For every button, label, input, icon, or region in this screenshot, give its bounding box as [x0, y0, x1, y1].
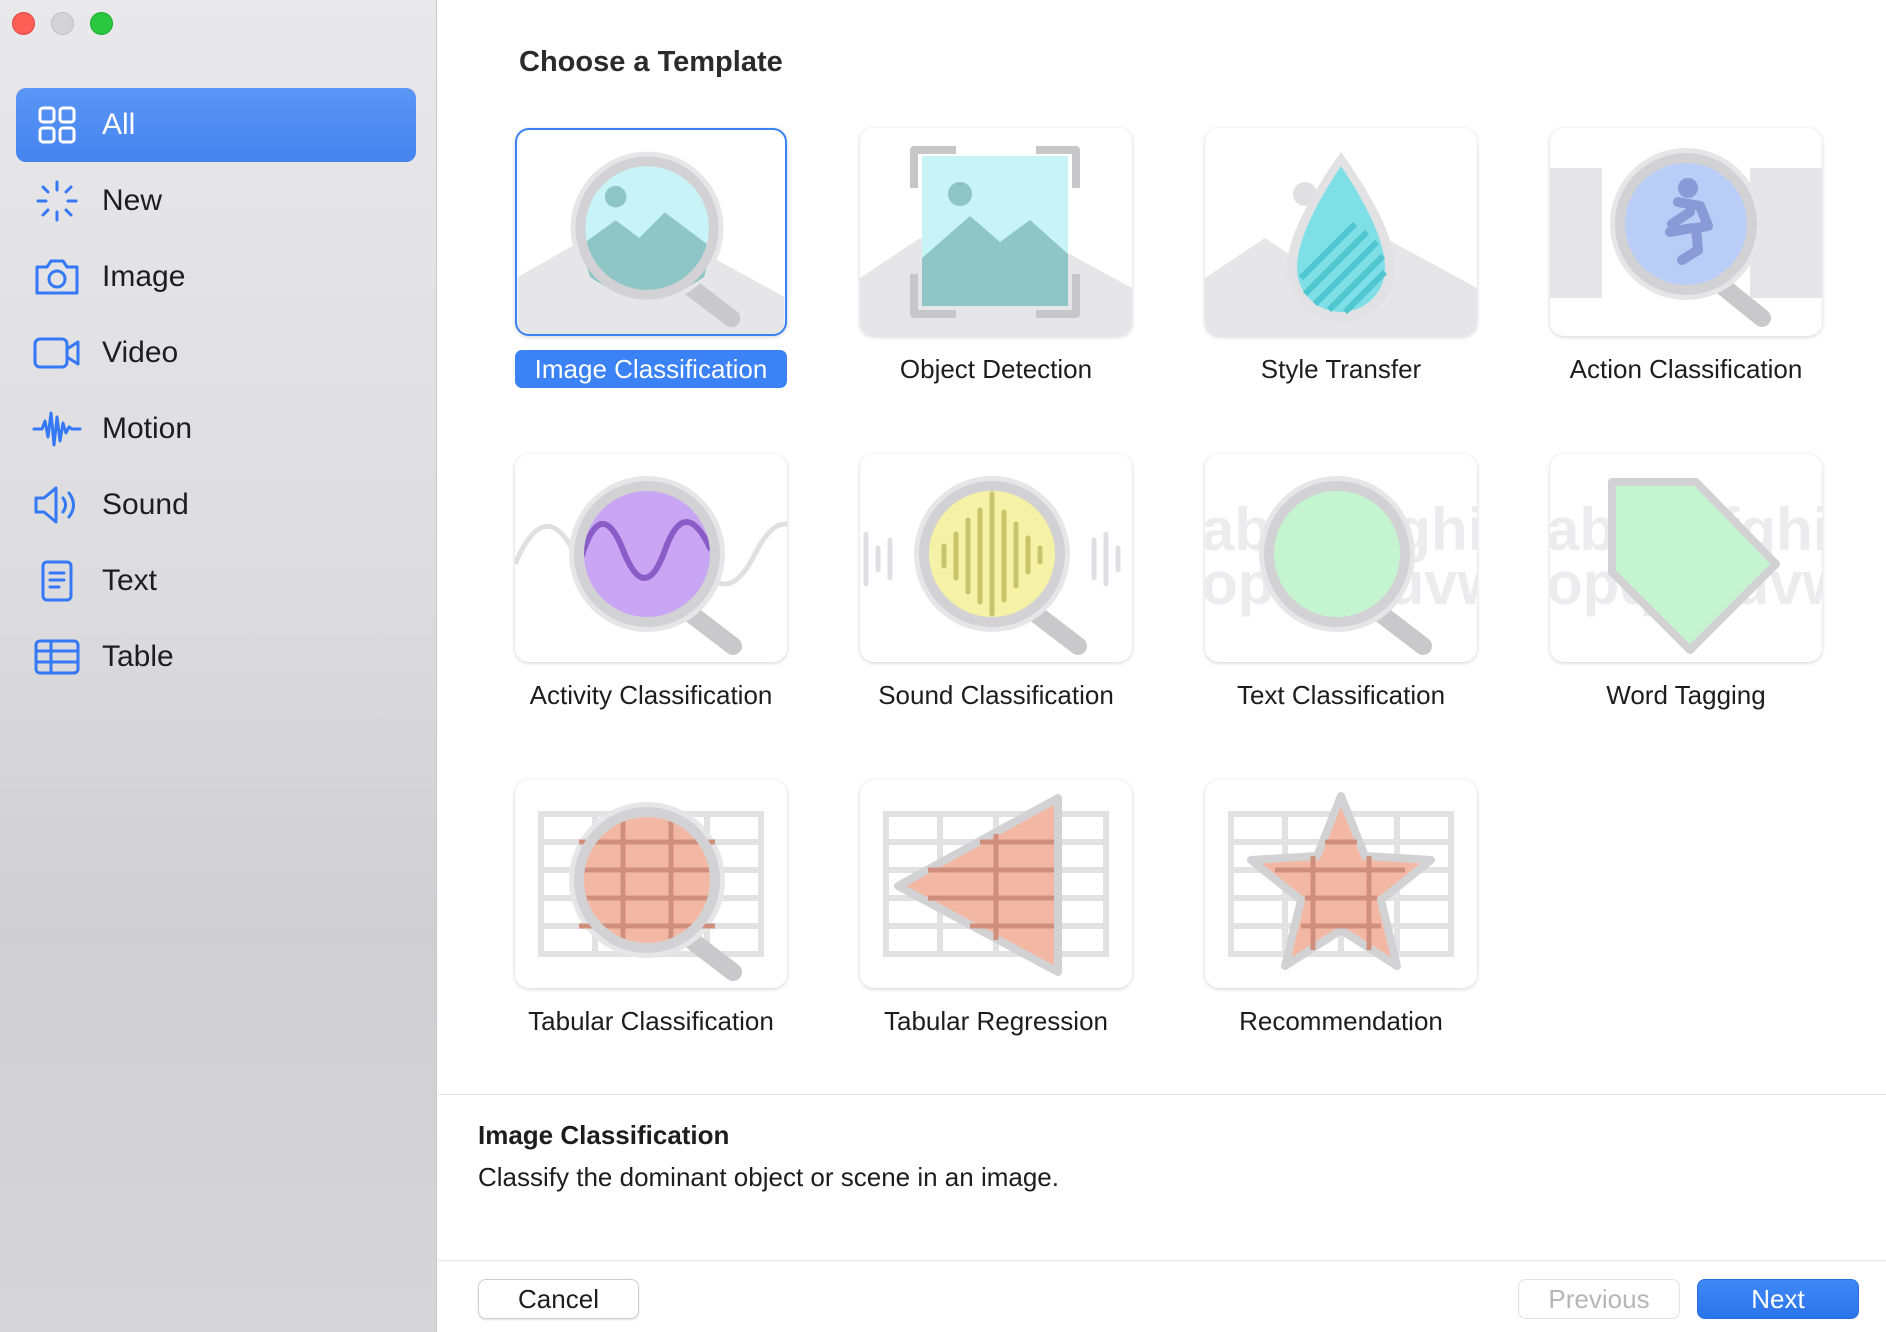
template-sound-classification[interactable]: Sound Classification: [783, 454, 1132, 754]
sidebar-item-label: Motion: [102, 412, 193, 445]
divider: [438, 1260, 1886, 1261]
template-text-classification[interactable]: abcdefghi opqrstuvw Text Classification: [1128, 454, 1477, 754]
document-icon: [32, 559, 82, 603]
page-title: Choose a Template: [519, 46, 783, 78]
divider: [438, 1094, 1886, 1095]
cancel-button[interactable]: Cancel: [478, 1279, 639, 1319]
sidebar: All New Image Video Motion Sound Text Ta…: [0, 0, 437, 1332]
template-label: Object Detection: [899, 354, 1093, 384]
template-label: Word Tagging: [1606, 680, 1766, 710]
sidebar-item-sound[interactable]: Sound: [16, 468, 416, 542]
waveform-icon: [32, 407, 82, 451]
zoom-window-button[interactable]: [90, 12, 113, 35]
next-button[interactable]: Next: [1697, 1279, 1859, 1319]
sidebar-item-all[interactable]: All: [16, 88, 416, 162]
star-table-icon: [1205, 780, 1477, 988]
template-label: Activity Classification: [529, 680, 773, 710]
sidebar-item-label: New: [102, 184, 163, 217]
sidebar-item-video[interactable]: Video: [16, 316, 416, 390]
magnifier-table-icon: [515, 780, 787, 988]
template-label: Sound Classification: [878, 680, 1114, 710]
template-tabular-regression[interactable]: Tabular Regression: [783, 780, 1132, 1080]
minimize-window-button[interactable]: [51, 12, 74, 35]
sidebar-item-new[interactable]: New: [16, 164, 416, 238]
template-label: Recommendation: [1239, 1006, 1443, 1036]
template-recommendation[interactable]: Recommendation: [1128, 780, 1477, 1080]
previous-button[interactable]: Previous: [1518, 1279, 1680, 1319]
table-icon: [32, 635, 82, 679]
magnifier-letters-icon: abcdefghi opqrstuvw: [1205, 454, 1477, 662]
sidebar-item-label: All: [102, 108, 136, 141]
template-style-transfer[interactable]: Style Transfer: [1128, 128, 1477, 428]
magnifier-running-person-icon: [1550, 128, 1822, 336]
grid-icon: [32, 103, 82, 147]
triangle-table-icon: [860, 780, 1132, 988]
bounding-box-landscape-icon: [860, 128, 1132, 336]
tag-letters-icon: abcdefghi opqrstuvw: [1550, 454, 1822, 662]
template-tabular-classification[interactable]: Tabular Classification: [438, 780, 787, 1080]
description-text: Classify the dominant object or scene in…: [478, 1162, 1059, 1192]
camera-icon: [32, 255, 82, 299]
close-window-button[interactable]: [12, 12, 35, 35]
sidebar-item-label: Table: [102, 640, 174, 673]
sidebar-item-label: Image: [102, 260, 186, 293]
template-image-classification[interactable]: Image Classification: [438, 128, 788, 428]
sparkle-icon: [32, 179, 82, 223]
magnifier-landscape-icon: [515, 128, 787, 336]
template-activity-classification[interactable]: Activity Classification: [438, 454, 787, 754]
sidebar-item-label: Video: [102, 336, 179, 369]
template-label: Action Classification: [1569, 354, 1803, 384]
sidebar-item-text[interactable]: Text: [16, 544, 416, 618]
magnifier-sound-wave-icon: [860, 454, 1132, 662]
sidebar-item-image[interactable]: Image: [16, 240, 416, 314]
video-camera-icon: [32, 331, 82, 375]
template-object-detection[interactable]: Object Detection: [783, 128, 1132, 428]
speaker-icon: [32, 483, 82, 527]
template-word-tagging[interactable]: abcdefghi opqrstuvw Word Tagging: [1473, 454, 1822, 754]
description-title: Image Classification: [478, 1120, 730, 1150]
sidebar-item-label: Sound: [102, 488, 189, 521]
template-action-classification[interactable]: Action Classification: [1473, 128, 1822, 428]
template-chooser: Choose a Template Image Classification O…: [438, 0, 1886, 1332]
sidebar-item-label: Text: [102, 564, 158, 597]
sidebar-item-motion[interactable]: Motion: [16, 392, 416, 466]
magnifier-sine-wave-icon: [515, 454, 787, 662]
template-label: Text Classification: [1236, 680, 1446, 710]
template-label: Image Classification: [514, 350, 788, 388]
window-controls: [12, 12, 113, 35]
sidebar-category-list: All New Image Video Motion Sound Text Ta…: [16, 88, 416, 696]
template-label: Tabular Classification: [528, 1006, 774, 1036]
create-ml-template-window: All New Image Video Motion Sound Text Ta…: [0, 0, 1886, 1332]
template-label: Style Transfer: [1260, 354, 1422, 384]
template-label: Tabular Regression: [883, 1006, 1108, 1036]
paint-drop-icon: [1205, 128, 1477, 336]
sidebar-item-table[interactable]: Table: [16, 620, 416, 694]
